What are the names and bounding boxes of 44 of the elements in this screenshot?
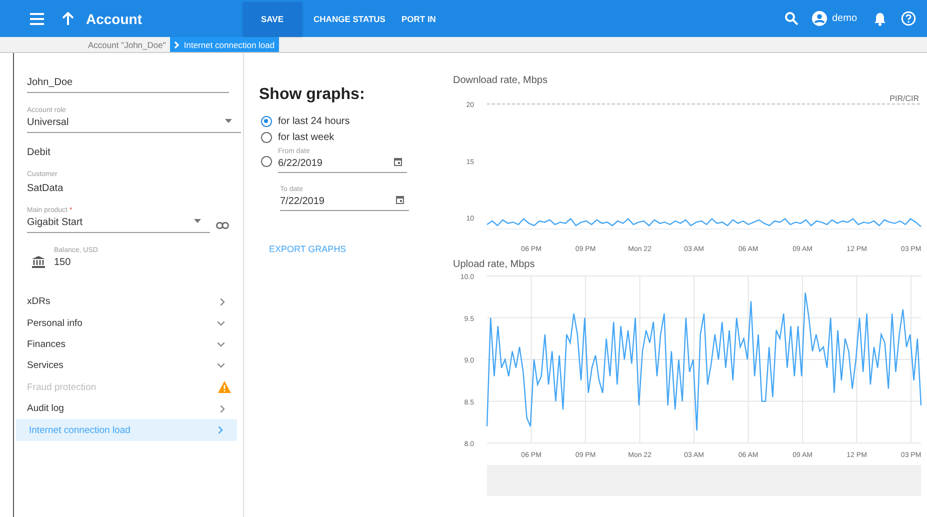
section-title: Show graphs:: [259, 86, 366, 104]
nav-item[interactable]: Finances: [14, 334, 243, 356]
option-label[interactable]: for last week: [278, 132, 334, 143]
chart-title: Download rate, Mbps: [453, 75, 548, 88]
input-field[interactable]: John_Doe: [27, 77, 229, 93]
radio-button[interactable]: [261, 156, 272, 167]
chevron-right-icon: [220, 404, 225, 413]
help-icon[interactable]: [901, 11, 916, 26]
bank-icon: [32, 256, 45, 268]
field-value: 150: [54, 257, 72, 268]
page-title: Account: [86, 10, 143, 26]
nav-item[interactable]: Services: [14, 355, 243, 377]
link-icon[interactable]: [216, 222, 229, 229]
toolbar-button[interactable]: PORT IN: [393, 2, 444, 36]
calendar-icon: [394, 158, 402, 166]
menu-icon[interactable]: [30, 12, 44, 24]
chart-title: Upload rate, Mbps: [453, 259, 536, 272]
arrow-up-icon[interactable]: [62, 12, 74, 25]
radio-button[interactable]: [261, 116, 272, 127]
search-icon[interactable]: [784, 12, 798, 25]
breadcrumb-link[interactable]: Account "John_Doe": [84, 37, 170, 52]
radio-button[interactable]: [261, 132, 272, 143]
chevron-right-icon: [174, 40, 180, 48]
caret-icon: [225, 119, 232, 123]
nav-item[interactable]: Personal info: [14, 312, 243, 334]
warning-icon: [218, 381, 231, 394]
user-avatar-icon[interactable]: [812, 11, 827, 26]
nav-item[interactable]: Audit log: [14, 398, 243, 420]
chevron-down-icon: [217, 342, 225, 347]
chevron-right-icon: [218, 426, 223, 434]
field-value: SatData: [27, 183, 64, 194]
option-label[interactable]: for last 24 hours: [278, 116, 350, 127]
chevron-right-icon: [220, 298, 225, 306]
nav-item[interactable]: xDRs: [14, 291, 243, 312]
chevron-down-icon: [217, 363, 225, 368]
user-name[interactable]: demo: [832, 13, 857, 24]
field-value: Debit: [27, 147, 52, 158]
bell-icon[interactable]: [874, 12, 886, 26]
caret-icon: [194, 219, 201, 223]
toolbar-button[interactable]: SAVE: [243, 2, 302, 36]
chevron-down-icon: [217, 320, 225, 326]
threshold-label: PIR/CIR: [890, 94, 919, 103]
calendar-icon: [396, 196, 404, 204]
toolbar-button[interactable]: CHANGE STATUS: [306, 2, 394, 36]
